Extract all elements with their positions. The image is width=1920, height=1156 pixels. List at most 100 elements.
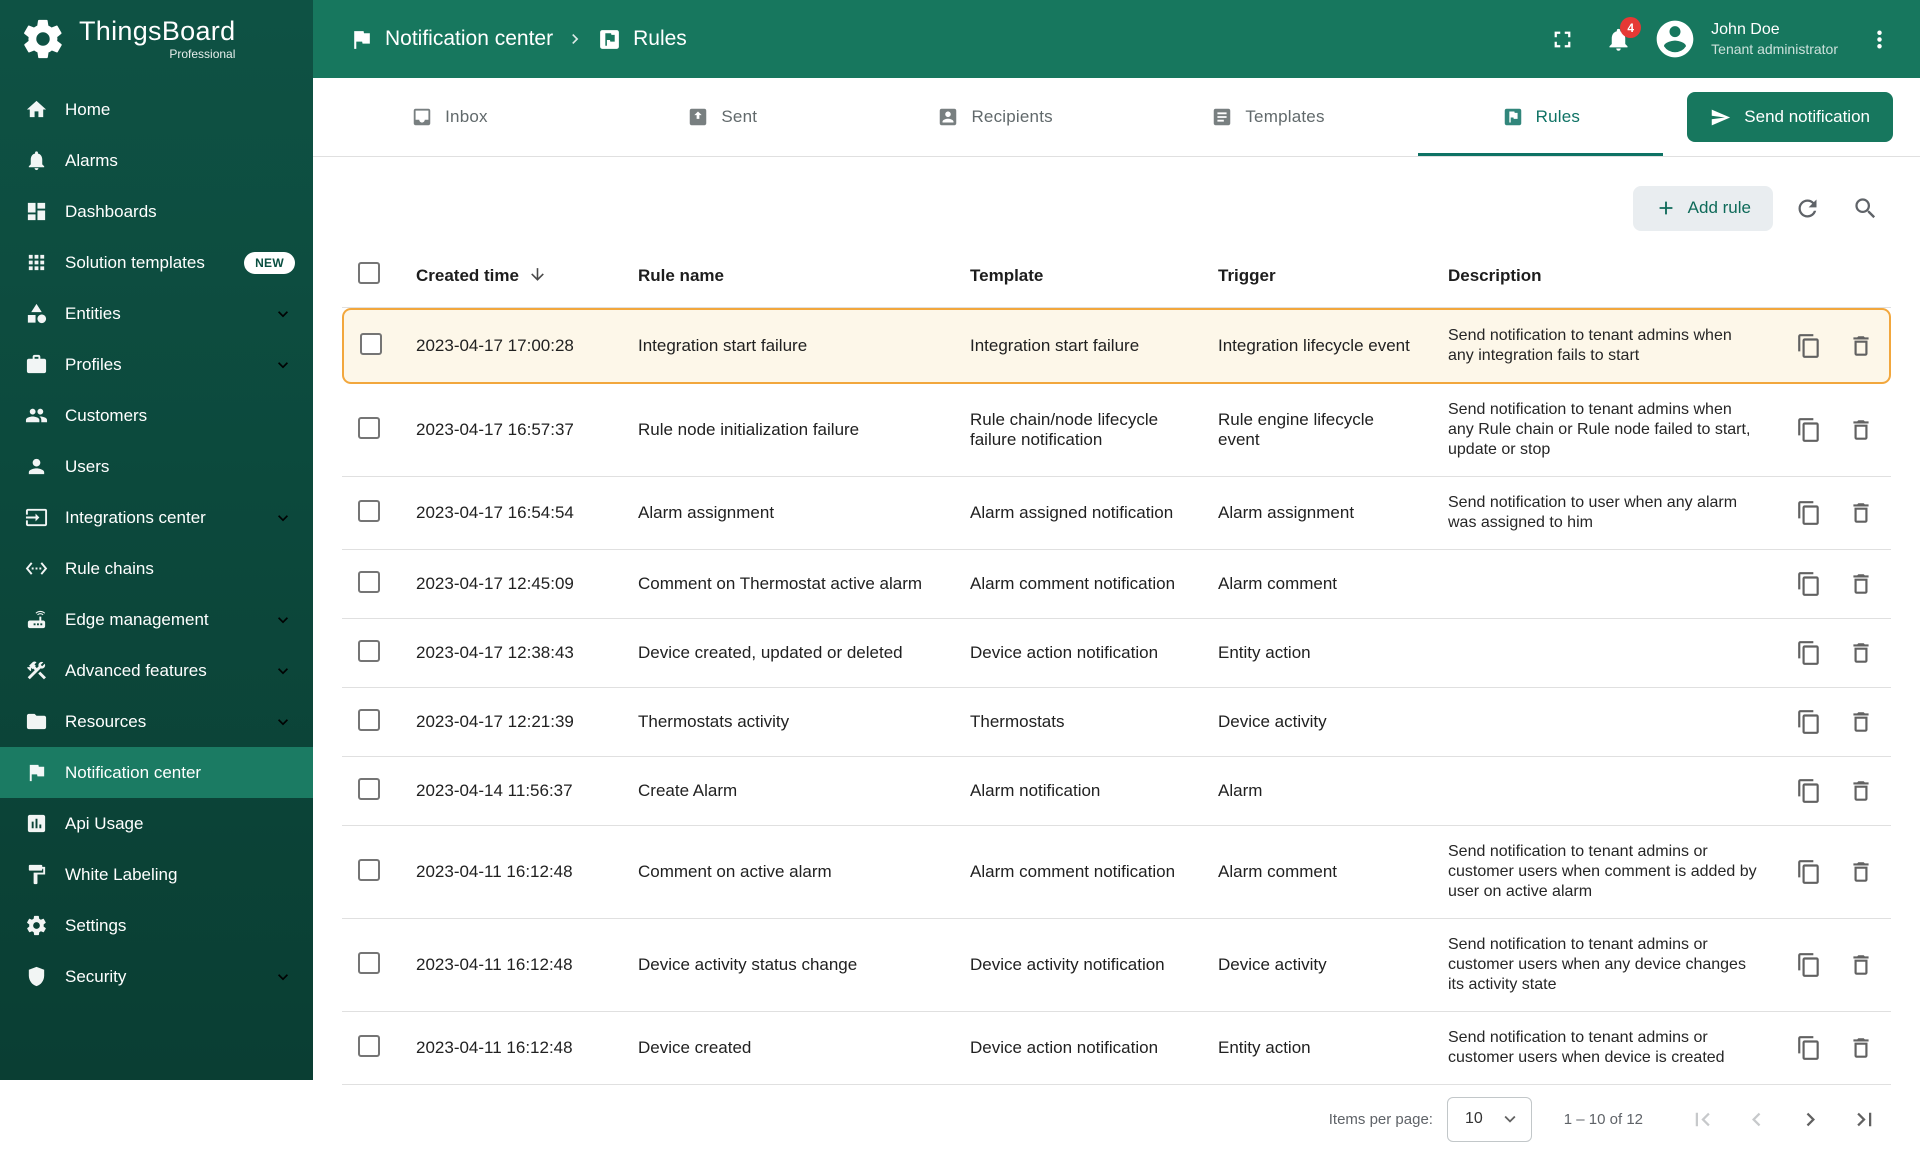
delete-rule-button[interactable] <box>1843 773 1879 809</box>
fullscreen-icon <box>1549 26 1576 53</box>
tab-rules[interactable]: Rules <box>1404 78 1677 156</box>
sidebar-item-rule-chains[interactable]: Rule chains <box>0 543 313 594</box>
search-button[interactable] <box>1841 184 1889 232</box>
table-row[interactable]: 2023-04-17 12:45:09 Comment on Thermostat… <box>342 550 1891 619</box>
column-description[interactable]: Description <box>1432 244 1775 308</box>
select-all-checkbox[interactable] <box>358 262 380 284</box>
sidebar-item-api-usage[interactable]: Api Usage <box>0 798 313 849</box>
tab-recipients[interactable]: Recipients <box>859 78 1132 156</box>
delete-rule-button[interactable] <box>1843 947 1879 983</box>
sidebar-item-white-labeling[interactable]: White Labeling <box>0 849 313 900</box>
delete-rule-button[interactable] <box>1843 635 1879 671</box>
next-page-icon <box>1797 1106 1824 1133</box>
row-checkbox[interactable] <box>358 777 380 800</box>
row-checkbox[interactable] <box>358 639 380 662</box>
breadcrumb-notification-center[interactable]: Notification center <box>349 27 553 52</box>
sidebar-item-label: Edge management <box>65 609 209 629</box>
copy-rule-button[interactable] <box>1791 704 1827 740</box>
refresh-button[interactable] <box>1783 184 1831 232</box>
previous-page-icon <box>1743 1106 1770 1133</box>
copy-rule-button[interactable] <box>1791 773 1827 809</box>
sidebar-item-advanced-features[interactable]: Advanced features <box>0 645 313 696</box>
copy-rule-button[interactable] <box>1791 566 1827 602</box>
copy-rule-button[interactable] <box>1791 328 1827 364</box>
copy-rule-button[interactable] <box>1791 495 1827 531</box>
cell-rule-name: Comment on Thermostat active alarm <box>622 550 954 619</box>
briefcase-icon <box>25 353 48 376</box>
column-rule-name[interactable]: Rule name <box>622 244 954 308</box>
sidebar-item-dashboards[interactable]: Dashboards <box>0 186 313 237</box>
table-row[interactable]: 2023-04-11 16:12:48 Device created Device … <box>342 1012 1891 1085</box>
copy-rule-button[interactable] <box>1791 1030 1827 1066</box>
table-row[interactable]: 2023-04-17 12:21:39 Thermostats activity T… <box>342 688 1891 757</box>
table-row[interactable]: 2023-04-11 16:12:48 Comment on active ala… <box>342 826 1891 919</box>
copy-rule-button[interactable] <box>1791 947 1827 983</box>
sidebar-item-alarms[interactable]: Alarms <box>0 135 313 186</box>
app-logo[interactable]: ThingsBoard Professional <box>0 0 313 78</box>
tab-templates[interactable]: Templates <box>1132 78 1405 156</box>
cell-template: Device action notification <box>954 1012 1202 1085</box>
sidebar-item-solution-templates[interactable]: Solution templates NEW <box>0 237 313 288</box>
cell-template: Device activity notification <box>954 919 1202 1012</box>
copy-rule-button[interactable] <box>1791 412 1827 448</box>
row-checkbox[interactable] <box>358 858 380 881</box>
sidebar-item-users[interactable]: Users <box>0 441 313 492</box>
sidebar-item-settings[interactable]: Settings <box>0 900 313 951</box>
notifications-button[interactable]: 4 <box>1593 14 1643 64</box>
row-checkbox[interactable] <box>358 951 380 974</box>
copy-rule-button[interactable] <box>1791 854 1827 890</box>
column-template[interactable]: Template <box>954 244 1202 308</box>
breadcrumb-rules[interactable]: Rules <box>597 27 687 52</box>
sidebar-item-edge-management[interactable]: Edge management <box>0 594 313 645</box>
tab-sent[interactable]: Sent <box>586 78 859 156</box>
previous-page-button <box>1733 1096 1779 1142</box>
user-avatar[interactable] <box>1653 17 1697 61</box>
table-row[interactable]: 2023-04-17 16:57:37 Rule node initializat… <box>342 384 1891 477</box>
sidebar-item-resources[interactable]: Resources <box>0 696 313 747</box>
delete-rule-button[interactable] <box>1843 412 1879 448</box>
delete-rule-button[interactable] <box>1843 495 1879 531</box>
fullscreen-button[interactable] <box>1537 14 1587 64</box>
sidebar-item-profiles[interactable]: Profiles <box>0 339 313 390</box>
items-per-page-select[interactable]: 10 <box>1446 1096 1532 1142</box>
row-checkbox[interactable] <box>358 416 380 439</box>
row-checkbox[interactable] <box>358 570 380 593</box>
send-notification-button[interactable]: Send notification <box>1687 92 1893 142</box>
cell-template: Device action notification <box>954 619 1202 688</box>
delete-icon <box>1848 417 1874 443</box>
column-created-time[interactable]: Created time <box>400 244 622 308</box>
table-row[interactable]: 2023-04-14 11:56:37 Create Alarm Alarm not… <box>342 757 1891 826</box>
sidebar-item-entities[interactable]: Entities <box>0 288 313 339</box>
delete-rule-button[interactable] <box>1843 704 1879 740</box>
table-row[interactable]: 2023-04-17 17:00:28 Integration start fai… <box>342 308 1891 384</box>
column-trigger[interactable]: Trigger <box>1202 244 1432 308</box>
copy-rule-button[interactable] <box>1791 635 1827 671</box>
row-checkbox[interactable] <box>358 1034 380 1057</box>
table-row[interactable]: 2023-04-17 16:54:54 Alarm assignment Alarm… <box>342 477 1891 550</box>
next-page-button[interactable] <box>1787 1096 1833 1142</box>
cell-created-time: 2023-04-17 17:00:28 <box>400 308 622 384</box>
cell-description: Send notification to tenant admins when … <box>1432 384 1775 477</box>
sort-desc-icon <box>528 265 547 284</box>
delete-rule-button[interactable] <box>1843 854 1879 890</box>
row-checkbox[interactable] <box>358 708 380 731</box>
construction-icon <box>25 659 48 682</box>
row-checkbox[interactable] <box>360 332 382 355</box>
delete-rule-button[interactable] <box>1843 328 1879 364</box>
table-row[interactable]: 2023-04-11 16:12:48 Device activity statu… <box>342 919 1891 1012</box>
sidebar-item-home[interactable]: Home <box>0 84 313 135</box>
tab-inbox[interactable]: Inbox <box>313 78 586 156</box>
sidebar-item-integrations-center[interactable]: Integrations center <box>0 492 313 543</box>
cell-created-time: 2023-04-17 12:21:39 <box>400 688 622 757</box>
sidebar-item-security[interactable]: Security <box>0 951 313 1002</box>
delete-rule-button[interactable] <box>1843 566 1879 602</box>
add-rule-button[interactable]: Add rule <box>1632 185 1773 231</box>
more-menu-button[interactable] <box>1854 14 1904 64</box>
sidebar-item-customers[interactable]: Customers <box>0 390 313 441</box>
row-checkbox[interactable] <box>358 499 380 522</box>
sidebar-item-notification-center[interactable]: Notification center <box>0 747 313 798</box>
table-row[interactable]: 2023-04-17 12:38:43 Device created, updat… <box>342 619 1891 688</box>
delete-rule-button[interactable] <box>1843 1030 1879 1066</box>
last-page-button[interactable] <box>1841 1096 1887 1142</box>
gear-icon <box>25 914 48 937</box>
